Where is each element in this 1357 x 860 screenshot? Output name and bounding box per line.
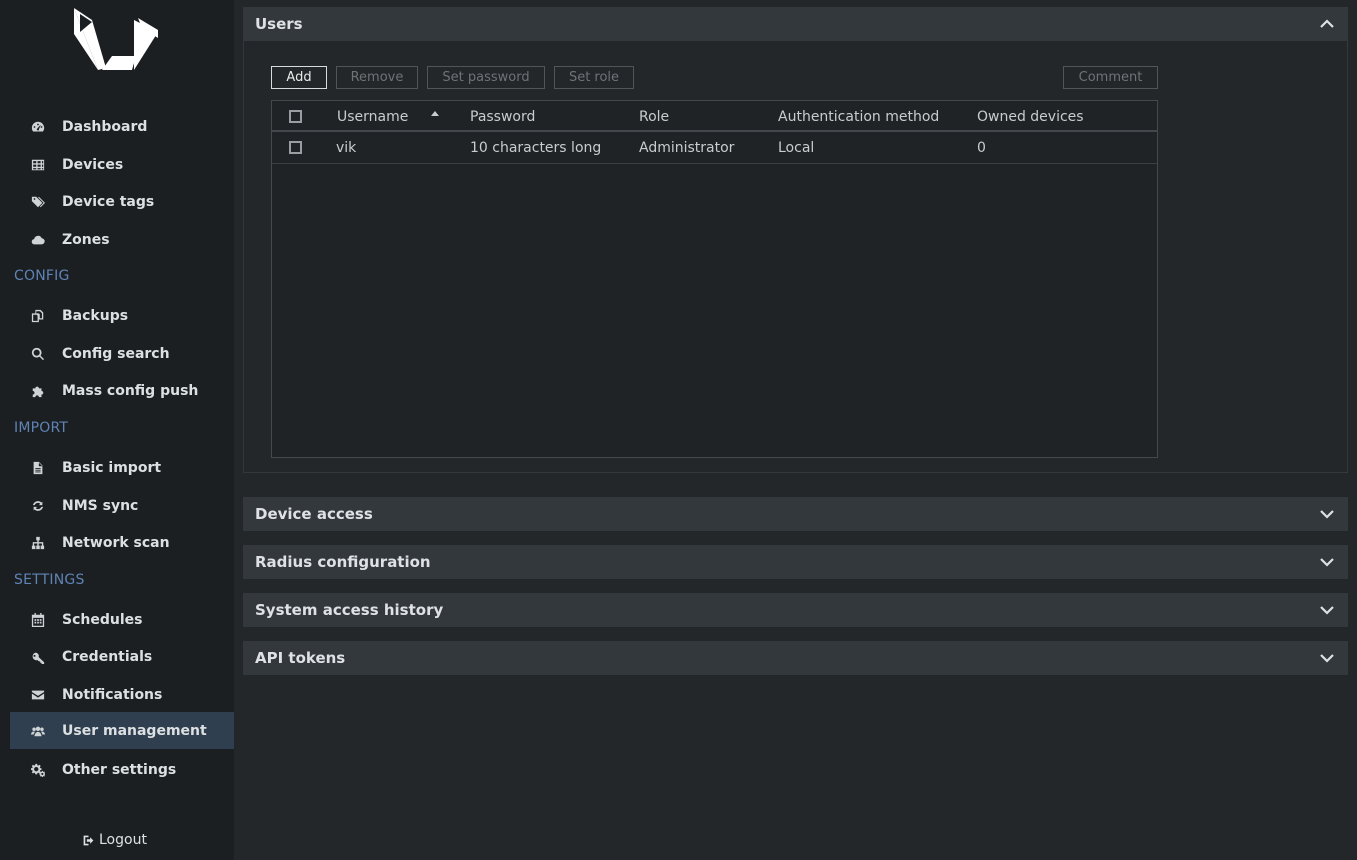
sidebar-item-label: Credentials bbox=[62, 648, 153, 665]
sidebar-item-mass-config-push[interactable]: Mass config push bbox=[10, 372, 234, 409]
sidebar-item-label: Other settings bbox=[62, 761, 177, 778]
sidebar-item-credentials[interactable]: Credentials bbox=[10, 638, 234, 675]
calendar-icon bbox=[30, 612, 46, 628]
sidebar-item-backups[interactable]: Backups bbox=[10, 297, 234, 334]
panel-title: Radius configuration bbox=[255, 553, 431, 571]
panel-title: Device access bbox=[255, 505, 373, 523]
column-header-role[interactable]: Role bbox=[639, 109, 669, 125]
logout-link[interactable]: Logout bbox=[82, 832, 147, 848]
section-label-import: IMPORT bbox=[14, 420, 69, 436]
column-header-auth-method[interactable]: Authentication method bbox=[778, 109, 939, 125]
sign-out-icon bbox=[83, 835, 94, 845]
add-user-button[interactable]: Add bbox=[271, 66, 327, 89]
sidebar-item-config-search[interactable]: Config search bbox=[10, 335, 234, 372]
table-icon bbox=[30, 157, 46, 173]
chevron-down-icon[interactable] bbox=[1319, 602, 1335, 618]
sidebar-item-notifications[interactable]: Notifications bbox=[10, 676, 234, 713]
cloud-icon bbox=[30, 232, 46, 248]
api-tokens-panel-header[interactable]: API tokens bbox=[243, 641, 1348, 675]
sitemap-icon bbox=[30, 535, 46, 551]
sidebar-item-label: Network scan bbox=[62, 534, 170, 551]
sidebar-item-label: Notifications bbox=[62, 686, 163, 703]
sidebar-item-zones[interactable]: Zones bbox=[10, 221, 234, 258]
sidebar-item-label: Zones bbox=[62, 231, 110, 248]
sidebar-item-label: Backups bbox=[62, 307, 129, 324]
gears-icon bbox=[30, 762, 46, 778]
users-table: Username Password Role Authentication me… bbox=[271, 100, 1158, 458]
sidebar-item-label: NMS sync bbox=[62, 497, 139, 514]
sidebar-item-label: Device tags bbox=[62, 193, 155, 210]
chevron-down-icon[interactable] bbox=[1319, 506, 1335, 522]
users-icon bbox=[30, 723, 46, 739]
table-row[interactable]: vik 10 characters long Administrator Loc… bbox=[272, 134, 1157, 164]
cell-username: vik bbox=[336, 140, 357, 156]
tags-icon bbox=[30, 194, 46, 210]
cell-role: Administrator bbox=[639, 140, 735, 156]
column-header-owned-devices[interactable]: Owned devices bbox=[977, 109, 1084, 125]
chevron-down-icon[interactable] bbox=[1319, 554, 1335, 570]
sidebar-item-schedules[interactable]: Schedules bbox=[10, 601, 234, 638]
column-header-password[interactable]: Password bbox=[470, 109, 535, 125]
sidebar-item-other-settings[interactable]: Other settings bbox=[10, 751, 234, 788]
dashboard-icon bbox=[30, 119, 46, 135]
remove-user-button[interactable]: Remove bbox=[336, 66, 418, 89]
refresh-icon bbox=[30, 498, 46, 514]
chevron-down-icon[interactable] bbox=[1319, 650, 1335, 666]
file-icon bbox=[30, 460, 46, 476]
panel-title: API tokens bbox=[255, 649, 346, 667]
device-access-panel-header[interactable]: Device access bbox=[243, 497, 1348, 531]
sidebar-item-device-tags[interactable]: Device tags bbox=[10, 183, 234, 220]
cell-password: 10 characters long bbox=[470, 140, 602, 156]
sidebar-item-nms-sync[interactable]: NMS sync bbox=[10, 487, 234, 524]
section-label-config: CONFIG bbox=[14, 268, 70, 284]
copy-icon bbox=[30, 308, 46, 324]
sort-ascending-icon bbox=[431, 111, 439, 116]
column-header-username[interactable]: Username bbox=[337, 109, 408, 125]
envelope-icon bbox=[30, 687, 46, 703]
sidebar-item-label: Schedules bbox=[62, 611, 143, 628]
sidebar-item-network-scan[interactable]: Network scan bbox=[10, 524, 234, 561]
comment-button[interactable]: Comment bbox=[1063, 66, 1158, 89]
sidebar-item-label: User management bbox=[62, 722, 207, 739]
set-role-button[interactable]: Set role bbox=[554, 66, 634, 89]
sidebar-item-label: Config search bbox=[62, 345, 170, 362]
sidebar: Dashboard Devices Device tags Zones CONF… bbox=[0, 0, 234, 860]
sidebar-item-dashboard[interactable]: Dashboard bbox=[10, 108, 234, 145]
cell-owned-devices: 0 bbox=[977, 140, 986, 156]
puzzle-icon bbox=[30, 383, 46, 399]
logout-label: Logout bbox=[99, 832, 147, 848]
set-password-button[interactable]: Set password bbox=[427, 66, 545, 89]
app-logo[interactable] bbox=[72, 8, 160, 72]
sidebar-item-label: Mass config push bbox=[62, 382, 199, 399]
chevron-up-icon[interactable] bbox=[1319, 16, 1335, 32]
sidebar-item-label: Devices bbox=[62, 156, 124, 173]
radius-configuration-panel-header[interactable]: Radius configuration bbox=[243, 545, 1348, 579]
cell-auth-method: Local bbox=[778, 140, 815, 156]
row-checkbox[interactable] bbox=[289, 141, 302, 154]
panel-title: System access history bbox=[255, 601, 444, 619]
search-icon bbox=[30, 346, 46, 362]
section-label-settings: SETTINGS bbox=[14, 572, 85, 588]
sidebar-item-label: Basic import bbox=[62, 459, 162, 476]
table-header: Username Password Role Authentication me… bbox=[272, 101, 1157, 132]
select-all-checkbox[interactable] bbox=[289, 110, 302, 123]
users-panel-header[interactable]: Users bbox=[243, 7, 1348, 41]
sidebar-item-devices[interactable]: Devices bbox=[10, 146, 234, 183]
sidebar-item-user-management[interactable]: User management bbox=[10, 712, 234, 749]
sidebar-item-label: Dashboard bbox=[62, 118, 148, 135]
panel-title: Users bbox=[255, 15, 303, 33]
system-access-history-panel-header[interactable]: System access history bbox=[243, 593, 1348, 627]
sidebar-item-basic-import[interactable]: Basic import bbox=[10, 449, 234, 486]
key-icon bbox=[30, 649, 46, 665]
